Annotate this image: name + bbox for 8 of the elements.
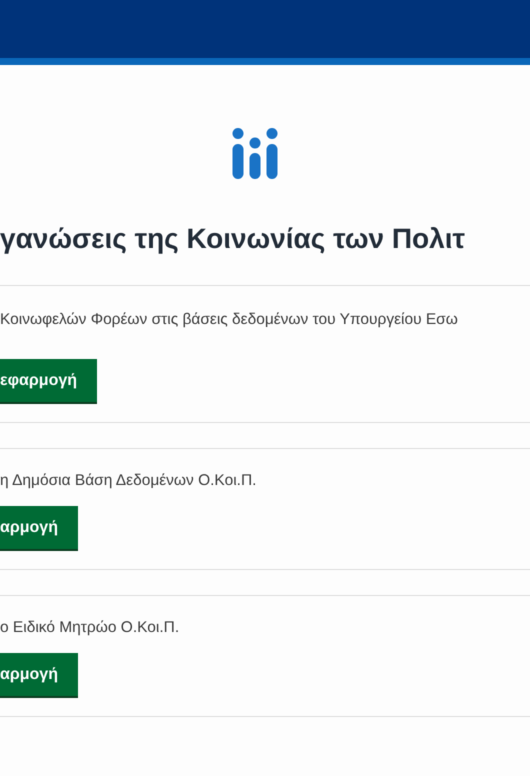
description-text: η Δημόσια Βάση Δεδομένων Ο.Κοι.Π. xyxy=(0,471,258,491)
logo-icon xyxy=(232,128,278,179)
app-button[interactable]: εφαρμογή xyxy=(0,359,98,404)
app-button[interactable]: αρμογή xyxy=(0,653,78,698)
description-text: ο Ειδικό Μητρώο Ο.Κοι.Π. xyxy=(0,618,180,638)
description-text: Κοινωφελών Φορέων στις βάσεις δεδομένων του Υπουργείου Εσω xyxy=(0,310,459,330)
page-title: γανώσεις της Κοινωνίας των Πολιτ xyxy=(0,223,466,256)
app-button[interactable]: αρμογή xyxy=(0,506,78,551)
